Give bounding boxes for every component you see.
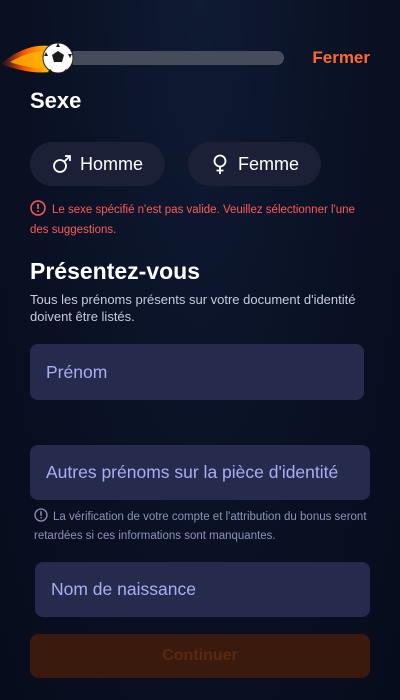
other-names-placeholder: Autres prénoms sur la pièce d'identité	[46, 462, 339, 482]
gender-error-text: Le sexe spécifié n'est pas valide. Veuil…	[30, 204, 355, 236]
first-name-input[interactable]: Prénom	[30, 344, 364, 400]
error-alert-icon	[30, 200, 46, 216]
intro-subtitle: Tous les prénoms présents sur votre docu…	[30, 292, 356, 324]
progress-bar	[68, 51, 284, 65]
continue-label: Continuer	[162, 647, 238, 664]
gender-error-message: Le sexe spécifié n'est pas valide. Veuil…	[30, 200, 375, 240]
info-message: La vérification de votre compte et l'att…	[34, 508, 374, 546]
gender-male-label: Homme	[79, 153, 143, 174]
close-button[interactable]: Fermer	[312, 48, 370, 68]
continue-button[interactable]: Continuer	[30, 634, 370, 678]
male-symbol-icon	[53, 155, 71, 173]
gender-female-button[interactable]: Femme	[188, 142, 321, 186]
first-name-placeholder: Prénom	[46, 361, 108, 382]
gender-male-button[interactable]: Homme	[30, 142, 165, 186]
info-text: La vérification de votre compte et l'att…	[34, 511, 367, 542]
fireball-soccer-icon	[0, 42, 74, 74]
gender-female-label: Femme	[237, 153, 299, 174]
female-symbol-icon	[213, 154, 227, 174]
birth-name-input[interactable]: Nom de naissance	[35, 562, 370, 617]
info-icon	[34, 508, 48, 522]
birth-name-placeholder: Nom de naissance	[51, 579, 196, 599]
intro-title: Présentez-vous	[30, 258, 201, 284]
other-names-input[interactable]: Autres prénoms sur la pièce d'identité	[30, 445, 370, 500]
gender-section-title: Sexe	[30, 88, 82, 113]
